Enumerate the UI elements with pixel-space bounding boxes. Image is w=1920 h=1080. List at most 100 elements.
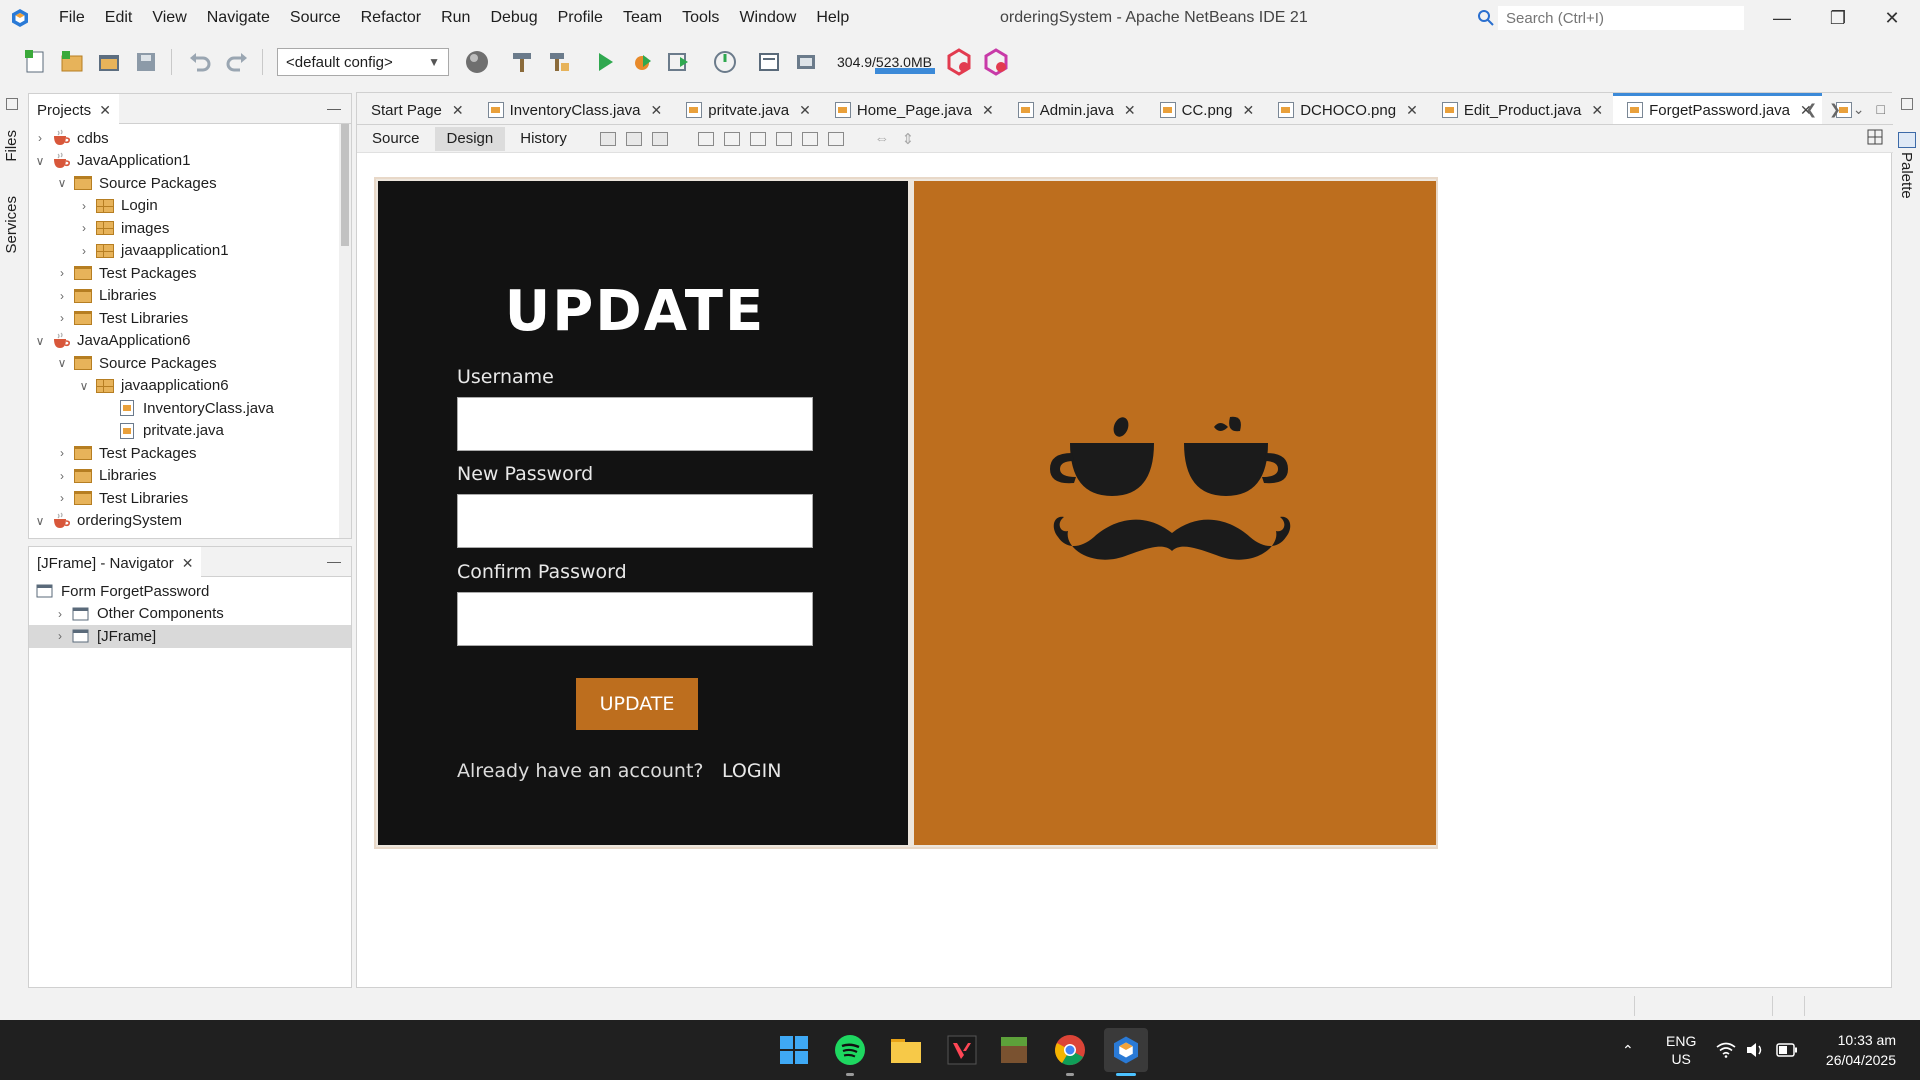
profile-gauge-icon[interactable] [708, 45, 742, 79]
redo-icon[interactable] [220, 45, 254, 79]
battery-icon[interactable] [1776, 1020, 1798, 1080]
project-tree-node[interactable]: › Libraries [29, 285, 351, 308]
projects-tab[interactable]: Projects ✕ [29, 93, 119, 124]
clean-build-icon[interactable] [542, 45, 576, 79]
palette-icon[interactable] [1898, 132, 1916, 148]
connection-mode-icon[interactable] [623, 129, 645, 149]
run-icon[interactable] [588, 45, 622, 79]
menu-window[interactable]: Window [729, 0, 806, 36]
jframe-design-canvas[interactable]: UPDATE Username New Password Confirm Pas… [374, 177, 1438, 849]
projects-scroll-thumb[interactable] [341, 124, 349, 246]
project-tree-node[interactable]: InventoryClass.java [29, 397, 351, 420]
editor-tab[interactable]: Admin.java ✕ [1004, 93, 1146, 124]
ide-search[interactable] [1474, 6, 1752, 30]
chevron-down-icon[interactable]: ∨ [55, 176, 69, 190]
project-tree-node[interactable]: › javaapplication1 [29, 240, 351, 263]
project-tree-node[interactable]: › Login [29, 195, 351, 218]
chevron-right-icon[interactable]: › [55, 469, 69, 483]
menu-team[interactable]: Team [613, 0, 672, 36]
volume-icon[interactable] [1746, 1020, 1766, 1080]
open-project-icon[interactable] [92, 45, 126, 79]
restore-group-icon[interactable] [6, 98, 18, 110]
align-left-icon[interactable] [695, 129, 717, 149]
menu-debug[interactable]: Debug [480, 0, 547, 36]
view-tab-source[interactable]: Source [360, 127, 432, 151]
menu-tools[interactable]: Tools [672, 0, 729, 36]
menu-view[interactable]: View [142, 0, 196, 36]
project-tree-node[interactable]: › images [29, 217, 351, 240]
close-icon[interactable]: ✕ [1124, 102, 1136, 119]
windows-start-icon[interactable] [772, 1028, 816, 1072]
menu-run[interactable]: Run [431, 0, 480, 36]
palette-toggle-icon[interactable] [1867, 129, 1885, 147]
search-icon[interactable] [1474, 6, 1498, 30]
close-icon[interactable]: ✕ [651, 102, 663, 119]
build-hammer-icon[interactable] [505, 45, 539, 79]
project-tree-node[interactable]: › Libraries [29, 465, 351, 488]
config-select[interactable]: <default config> ▼ [277, 48, 449, 76]
new-password-field[interactable] [457, 494, 813, 548]
close-icon[interactable]: ✕ [452, 102, 464, 119]
selection-mode-icon[interactable] [597, 129, 619, 149]
spotify-icon[interactable] [828, 1028, 872, 1076]
palette-side-tab[interactable]: Palette [1898, 152, 1915, 199]
chrome-icon[interactable] [1048, 1028, 1092, 1076]
profile-icon[interactable] [662, 45, 696, 79]
view-tab-design[interactable]: Design [434, 126, 506, 151]
chevron-right-icon[interactable]: › [55, 446, 69, 460]
gc-stop-icon[interactable] [942, 45, 976, 79]
center-horizontally-icon[interactable] [747, 129, 769, 149]
center-vertically-icon[interactable] [825, 129, 847, 149]
preview-design-icon[interactable] [649, 129, 671, 149]
chevron-down-icon[interactable]: ∨ [33, 514, 47, 528]
menu-source[interactable]: Source [280, 0, 351, 36]
menu-profile[interactable]: Profile [548, 0, 613, 36]
editor-tab[interactable]: Edit_Product.java ✕ [1428, 93, 1613, 124]
project-tree-node[interactable]: › cdbs [29, 127, 351, 150]
apply-code-changes-icon[interactable] [752, 45, 786, 79]
chevron-right-icon[interactable]: › [53, 607, 67, 621]
chevron-right-icon[interactable]: › [33, 131, 47, 145]
project-tree-node[interactable]: › Test Packages [29, 262, 351, 285]
minimize-panel-icon[interactable]: — [327, 553, 341, 569]
project-tree-node[interactable]: ∨ Source Packages [29, 352, 351, 375]
memory-indicator[interactable]: 304.9/523.0MB [833, 50, 936, 74]
editor-tab[interactable]: ForgetPassword.java ✕ [1613, 93, 1822, 124]
navigator-tree-node[interactable]: › Other Components [29, 603, 351, 626]
navigator-tab[interactable]: [JFrame] - Navigator ✕ [29, 546, 202, 577]
project-tree-node[interactable]: › Test Packages [29, 442, 351, 465]
project-tree-node[interactable]: › Test Libraries [29, 307, 351, 330]
chevron-right-icon[interactable]: › [53, 629, 67, 643]
tab-list-icon[interactable]: ⌄ [1853, 101, 1865, 118]
netbeans-icon[interactable] [1104, 1028, 1148, 1076]
username-field[interactable] [457, 397, 813, 451]
align-top-icon[interactable] [773, 129, 795, 149]
close-icon[interactable]: ✕ [982, 102, 994, 119]
menu-help[interactable]: Help [806, 0, 859, 36]
resize-horizontal-icon[interactable]: ⇔ [871, 129, 893, 149]
chevron-right-icon[interactable]: › [55, 491, 69, 505]
new-project-icon[interactable] [55, 45, 89, 79]
editor-tab[interactable]: pritvate.java ✕ [672, 93, 821, 124]
menu-file[interactable]: File [49, 0, 95, 36]
menu-refactor[interactable]: Refactor [351, 0, 431, 36]
window-icon[interactable] [789, 45, 823, 79]
chevron-right-icon[interactable]: › [55, 311, 69, 325]
close-icon[interactable]: ✕ [99, 102, 111, 119]
resize-vertical-icon[interactable]: ⇕ [897, 129, 919, 149]
restore-icon[interactable]: ❐ [1810, 0, 1866, 36]
close-icon[interactable]: ✕ [1406, 102, 1418, 119]
view-tab-history[interactable]: History [508, 127, 579, 151]
project-tree-node[interactable]: ∨ orderingSystem [29, 510, 351, 533]
files-side-tab[interactable]: Files [3, 130, 20, 162]
maximize-editor-icon[interactable]: □ [1877, 101, 1885, 117]
scroll-right-icon[interactable]: ❯ [1829, 101, 1841, 118]
minecraft-icon[interactable] [992, 1028, 1036, 1072]
projects-scrollbar[interactable] [339, 124, 351, 538]
project-tree-node[interactable]: ∨ JavaApplication1 [29, 150, 351, 173]
chevron-right-icon[interactable]: › [77, 221, 91, 235]
project-tree-node[interactable]: ∨ javaapplication6 [29, 375, 351, 398]
close-icon[interactable]: ✕ [1591, 102, 1603, 119]
system-clock[interactable]: 10:33 am 26/04/2025 [1826, 1030, 1896, 1070]
project-tree-node[interactable]: › Test Libraries [29, 487, 351, 510]
